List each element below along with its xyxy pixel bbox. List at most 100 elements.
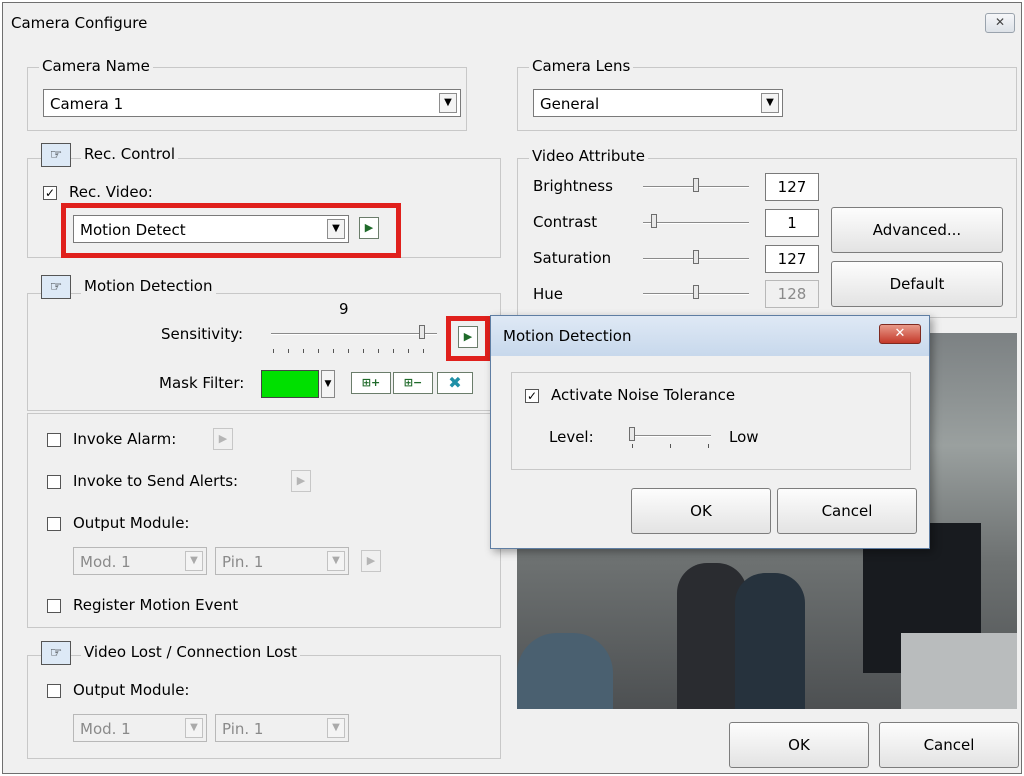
- rec-video-label: Rec. Video:: [69, 183, 153, 201]
- contrast-slider-track[interactable]: [643, 222, 749, 224]
- hue-label: Hue: [533, 285, 564, 303]
- contrast-slider-thumb[interactable]: [651, 214, 657, 228]
- advanced-button[interactable]: Advanced...: [831, 207, 1003, 253]
- mask-filter-label: Mask Filter:: [159, 374, 245, 392]
- invoke-alarm-checkbox[interactable]: [47, 433, 61, 447]
- hand-point-icon: ☞: [41, 143, 71, 167]
- level-tick: [708, 444, 709, 448]
- saturation-value[interactable]: 127: [765, 245, 819, 273]
- chevron-down-icon[interactable]: ▼: [761, 93, 779, 113]
- camera-name-title: Camera Name: [39, 57, 153, 75]
- popup-title-bar: Motion Detection ✕: [491, 316, 929, 356]
- sensitivity-tick: [348, 349, 349, 353]
- invoke-alarm-play-button[interactable]: ▶: [213, 428, 233, 450]
- video-lost-output-label: Output Module:: [73, 681, 190, 699]
- sensitivity-value: 9: [339, 300, 349, 318]
- sensitivity-tick: [288, 349, 289, 353]
- video-lost-title: Video Lost / Connection Lost: [81, 643, 300, 661]
- mask-color-swatch[interactable]: [261, 370, 319, 398]
- camera-lens-title: Camera Lens: [529, 57, 634, 75]
- register-motion-event-label: Register Motion Event: [73, 596, 239, 614]
- hue-value[interactable]: 128: [765, 280, 819, 308]
- sensitivity-label: Sensitivity:: [161, 325, 244, 343]
- output-module-label: Output Module:: [73, 514, 190, 532]
- contrast-label: Contrast: [533, 213, 598, 231]
- camera-lens-select[interactable]: General ▼: [533, 89, 783, 117]
- cancel-button[interactable]: Cancel: [879, 722, 1019, 768]
- brightness-value[interactable]: 127: [765, 173, 819, 201]
- motion-detection-title: Motion Detection: [81, 277, 216, 295]
- level-slider-track[interactable]: [629, 435, 711, 437]
- mask-remove-icon[interactable]: ⊞−: [393, 372, 433, 394]
- camera-name-select[interactable]: Camera 1 ▼: [43, 89, 461, 117]
- preview-person: [735, 573, 805, 709]
- mask-color-dropdown[interactable]: ▼: [321, 370, 335, 398]
- invoke-send-alerts-play-button[interactable]: ▶: [291, 470, 311, 492]
- chevron-down-icon[interactable]: ▼: [327, 718, 345, 738]
- chevron-down-icon[interactable]: ▼: [185, 718, 203, 738]
- sensitivity-play-button[interactable]: ▶: [458, 326, 478, 348]
- hand-point-icon: ☞: [41, 275, 71, 299]
- camera-lens-value: General: [540, 95, 600, 113]
- contrast-value[interactable]: 1: [765, 209, 819, 237]
- popup-ok-button[interactable]: OK: [631, 488, 771, 534]
- output-module-mod-value: Mod. 1: [80, 553, 131, 571]
- saturation-slider-thumb[interactable]: [693, 250, 699, 264]
- level-slider-thumb[interactable]: [629, 427, 635, 441]
- preview-cabinet: [901, 633, 1017, 709]
- level-value: Low: [729, 428, 759, 446]
- title-bar: Camera Configure ✕: [3, 3, 1021, 43]
- window-title: Camera Configure: [11, 14, 148, 32]
- chevron-down-icon[interactable]: ▼: [327, 551, 345, 571]
- invoke-send-alerts-label: Invoke to Send Alerts:: [73, 472, 239, 490]
- register-motion-event-checkbox[interactable]: [47, 599, 61, 613]
- video-lost-group: [27, 655, 501, 759]
- close-icon[interactable]: ✕: [879, 324, 921, 344]
- saturation-label: Saturation: [533, 249, 612, 267]
- sensitivity-slider-track[interactable]: [271, 333, 437, 335]
- popup-cancel-button[interactable]: Cancel: [777, 488, 917, 534]
- video-lost-output-checkbox[interactable]: [47, 684, 61, 698]
- ok-button[interactable]: OK: [729, 722, 869, 768]
- level-tick: [632, 444, 633, 448]
- chevron-down-icon[interactable]: ▼: [327, 219, 345, 239]
- default-button[interactable]: Default: [831, 261, 1003, 307]
- output-module-pin-value: Pin. 1: [222, 553, 264, 571]
- mask-clear-icon[interactable]: ✖: [437, 372, 473, 394]
- chevron-down-icon[interactable]: ▼: [439, 93, 457, 113]
- video-lost-mod-select[interactable]: Mod. 1 ▼: [73, 714, 207, 742]
- sensitivity-tick: [378, 349, 379, 353]
- rec-control-title: Rec. Control: [81, 145, 178, 163]
- output-module-mod-select[interactable]: Mod. 1 ▼: [73, 547, 207, 575]
- video-attribute-title: Video Attribute: [529, 147, 649, 165]
- rec-video-checkbox[interactable]: ✓: [43, 186, 57, 200]
- camera-name-value: Camera 1: [50, 95, 124, 113]
- rec-mode-play-button[interactable]: ▶: [359, 217, 379, 239]
- sensitivity-tick: [408, 349, 409, 353]
- chevron-down-icon[interactable]: ▼: [185, 551, 203, 571]
- hue-slider-thumb[interactable]: [693, 285, 699, 299]
- output-module-pin-select[interactable]: Pin. 1 ▼: [215, 547, 349, 575]
- motion-detection-popup: Motion Detection ✕ ✓ Activate Noise Tole…: [490, 315, 930, 549]
- sensitivity-tick: [423, 349, 424, 353]
- activate-noise-tolerance-label: Activate Noise Tolerance: [551, 386, 736, 404]
- video-lost-pin-select[interactable]: Pin. 1 ▼: [215, 714, 349, 742]
- hand-point-icon: ☞: [41, 641, 71, 665]
- mask-add-icon[interactable]: ⊞+: [351, 372, 391, 394]
- sensitivity-tick: [333, 349, 334, 353]
- invoke-send-alerts-checkbox[interactable]: [47, 475, 61, 489]
- rec-mode-select[interactable]: Motion Detect ▼: [73, 215, 349, 243]
- brightness-slider-thumb[interactable]: [693, 178, 699, 192]
- sensitivity-tick: [273, 349, 274, 353]
- close-icon[interactable]: ✕: [985, 13, 1015, 33]
- output-module-play-button[interactable]: ▶: [361, 550, 381, 572]
- sensitivity-tick: [318, 349, 319, 353]
- preview-person: [517, 633, 613, 709]
- brightness-label: Brightness: [533, 177, 613, 195]
- level-label: Level:: [549, 428, 594, 446]
- sensitivity-tick: [393, 349, 394, 353]
- sensitivity-slider-thumb[interactable]: [419, 325, 425, 339]
- output-module-checkbox[interactable]: [47, 517, 61, 531]
- rec-mode-value: Motion Detect: [80, 221, 186, 239]
- activate-noise-tolerance-checkbox[interactable]: ✓: [525, 389, 539, 403]
